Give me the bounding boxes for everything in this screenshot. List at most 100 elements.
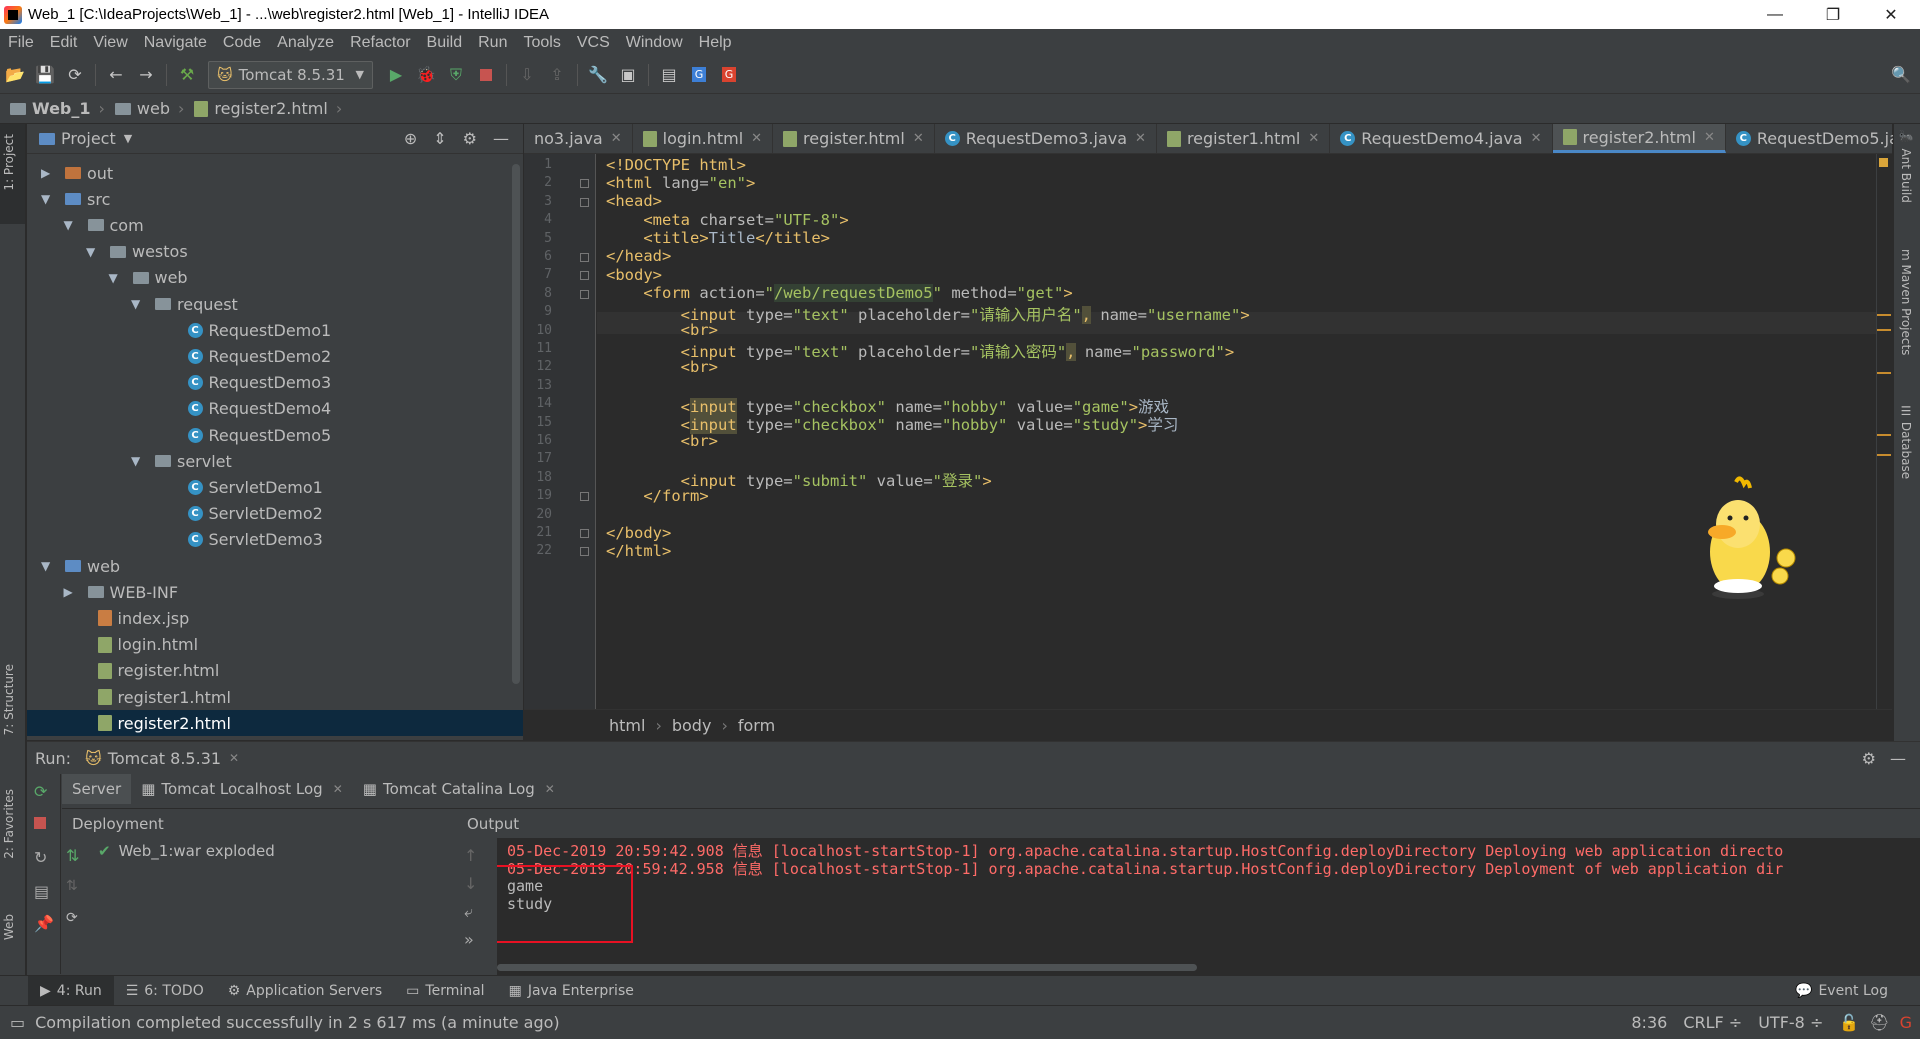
stop-icon[interactable] [34, 814, 46, 833]
close-tab-icon[interactable]: ✕ [1704, 130, 1715, 145]
tool-window-favorites[interactable]: 2: Favorites [2, 789, 16, 859]
layout-icon[interactable]: ▤ [34, 882, 49, 901]
tree-item[interactable]: register1.html [64, 684, 231, 710]
expand-down-icon[interactable]: ▼ [41, 559, 55, 573]
menu-code[interactable]: Code [215, 34, 269, 52]
up-arrow-icon[interactable]: ↑ [464, 846, 477, 865]
editor-tab[interactable]: login.html ✕ [633, 124, 774, 153]
status-message[interactable]: Compilation completed successfully in 2 … [35, 1013, 560, 1032]
menu-analyze[interactable]: Analyze [269, 34, 342, 52]
menu-view[interactable]: View [85, 34, 135, 52]
lock-icon[interactable]: 🔓 [1839, 1013, 1859, 1032]
nav-project[interactable]: Web_1 › [10, 99, 105, 118]
close-icon[interactable]: ✕ [229, 751, 239, 765]
fold-marker-icon[interactable] [580, 547, 589, 556]
project-structure-icon[interactable]: ▣ [613, 62, 643, 88]
close-tab-icon[interactable]: ✕ [913, 131, 924, 146]
tool-window-ant-build[interactable]: 🐜 Ant Build [1899, 130, 1913, 203]
pin-icon[interactable]: 📌 [34, 914, 54, 933]
menu-window[interactable]: Window [618, 34, 691, 52]
tree-item[interactable]: ▶ out [41, 160, 113, 186]
tool-tab[interactable]: ▦ Java Enterprise [497, 976, 646, 1006]
expand-down-icon[interactable]: ▼ [41, 192, 55, 206]
forward-icon[interactable]: → [131, 62, 161, 88]
project-scrollbar[interactable] [512, 164, 520, 684]
restore-button[interactable]: ❐ [1804, 0, 1862, 29]
tree-item[interactable]: ▼ request [131, 291, 238, 317]
status-toggle-icon[interactable]: ▭ [10, 1013, 25, 1032]
inspector-icon[interactable]: ⛑ [1869, 1013, 1889, 1032]
expand-down-icon[interactable]: ▼ [131, 297, 145, 311]
output-console[interactable]: 05-Dec-2019 20:59:42.908 信息 [localhost-s… [497, 838, 1920, 976]
close-tab-icon[interactable]: ✕ [1531, 131, 1542, 146]
expand-right-icon[interactable]: ▶ [41, 166, 55, 180]
deployment-item[interactable]: ✔ Web_1:war exploded [98, 842, 275, 860]
tab-server[interactable]: Server [62, 774, 132, 804]
run-configuration-select[interactable]: 🐱 Tomcat 8.5.31 ▼ [208, 60, 373, 89]
sdk-icon[interactable]: ▤ [654, 62, 684, 88]
search-everywhere-icon[interactable]: 🔍 [1886, 62, 1916, 88]
soft-wrap-icon[interactable]: ⤶ [464, 902, 473, 922]
tree-item[interactable]: ▼ servlet [131, 448, 232, 474]
breadcrumb-form[interactable]: form [738, 716, 775, 735]
breadcrumb-html[interactable]: html [609, 716, 645, 735]
menu-navigate[interactable]: Navigate [136, 34, 215, 52]
tool-window-web[interactable]: Web [2, 914, 16, 940]
close-tab-icon[interactable]: ✕ [1135, 131, 1146, 146]
tree-item[interactable]: C ServletDemo1 [154, 474, 323, 500]
tool-tab[interactable]: ▭ Terminal [394, 976, 496, 1006]
menu-tools[interactable]: Tools [515, 34, 568, 52]
tree-item[interactable]: index.jsp [64, 605, 189, 631]
project-panel-title[interactable]: Project [61, 129, 116, 148]
debug-icon[interactable]: 🐞 [411, 62, 441, 88]
editor-tab[interactable]: C RequestDemo4.java ✕ [1330, 124, 1553, 153]
fold-marker-icon[interactable] [580, 253, 589, 262]
close-button[interactable]: ✕ [1862, 0, 1920, 29]
minimize-button[interactable]: — [1746, 0, 1804, 29]
coverage-icon[interactable]: ⛨ [441, 62, 471, 88]
save-all-icon[interactable]: 💾 [30, 62, 60, 88]
expand-right-icon[interactable]: ▶ [64, 585, 78, 599]
fold-marker-icon[interactable] [580, 290, 589, 299]
fold-marker-icon[interactable] [580, 492, 589, 501]
run-config-tab[interactable]: 🐱 Tomcat 8.5.31 ✕ [85, 749, 239, 768]
horizontal-scrollbar[interactable] [497, 964, 1197, 971]
gear-icon[interactable]: ⚙ [463, 129, 477, 148]
fold-marker-icon[interactable] [580, 271, 589, 280]
expand-down-icon[interactable]: ▼ [131, 454, 145, 468]
tree-item[interactable]: C ServletDemo3 [154, 527, 323, 553]
tree-item[interactable]: C RequestDemo2 [154, 343, 331, 369]
tool-window-project[interactable]: 1: Project [2, 134, 16, 191]
menu-vcs[interactable]: VCS [569, 34, 618, 52]
expand-down-icon[interactable]: ▼ [109, 271, 123, 285]
tool-tab[interactable]: ☰ 6: TODO [114, 976, 216, 1006]
tree-item[interactable]: register.html [64, 658, 219, 684]
deploy-icon[interactable]: ⇅ [66, 846, 79, 865]
menu-file[interactable]: File [0, 34, 42, 52]
collapse-all-icon[interactable]: ⇕ [433, 129, 446, 148]
tree-item[interactable]: C RequestDemo4 [154, 396, 331, 422]
tree-item[interactable]: ▶ WEB-INF [64, 579, 179, 605]
editor-tab[interactable]: C RequestDemo3.java ✕ [935, 124, 1157, 153]
nav-file[interactable]: register2.html › [194, 99, 342, 118]
menu-build[interactable]: Build [419, 34, 471, 52]
event-log-button[interactable]: 💬 Event Log [1783, 976, 1900, 1006]
tool-window-database[interactable]: ☰ Database [1899, 404, 1913, 479]
rerun-icon[interactable]: ⟳ [34, 782, 47, 801]
open-folder-icon[interactable]: 📂 [0, 62, 30, 88]
tab-localhost-log[interactable]: ▦ Tomcat Localhost Log ✕ [131, 774, 353, 804]
breadcrumb-body[interactable]: body [672, 716, 712, 735]
vcs-update-icon[interactable]: ⇩ [512, 62, 542, 88]
warning-indicator[interactable] [1879, 158, 1888, 167]
tab-catalina-log[interactable]: ▦ Tomcat Catalina Log ✕ [353, 774, 565, 804]
translate-alt-icon[interactable]: G [714, 62, 744, 88]
fold-marker-icon[interactable] [580, 529, 589, 538]
tool-tab[interactable]: ⚙ Application Servers [216, 976, 394, 1006]
vcs-commit-icon[interactable]: ⇪ [542, 62, 572, 88]
editor-tab[interactable]: register2.html ✕ [1552, 124, 1726, 153]
editor-tab[interactable]: register1.html ✕ [1157, 124, 1331, 153]
gear-icon[interactable]: ⚙ [1862, 749, 1876, 768]
menu-edit[interactable]: Edit [42, 34, 86, 52]
close-icon[interactable]: ✕ [545, 782, 555, 796]
hide-icon[interactable]: — [1890, 749, 1906, 768]
